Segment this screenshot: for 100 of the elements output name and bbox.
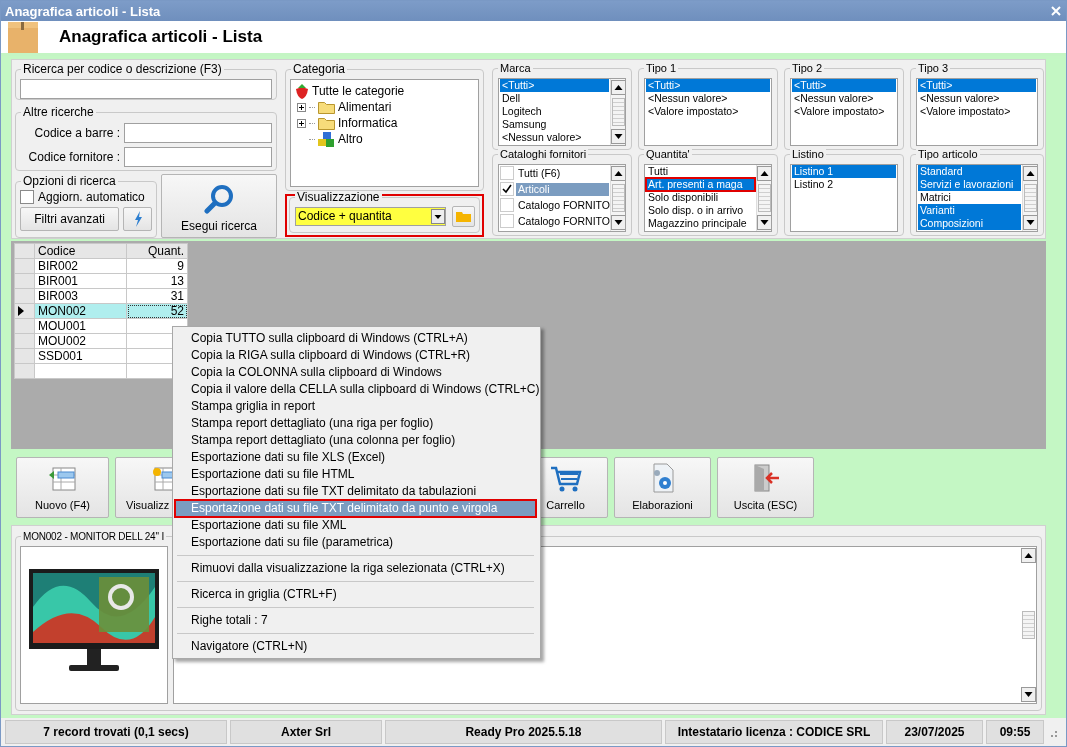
tree-item[interactable]: Tutte le categorie: [312, 84, 405, 98]
list-item[interactable]: <Tutti>: [918, 79, 1036, 92]
scroll-thumb[interactable]: [1023, 184, 1037, 212]
expand-icon[interactable]: [297, 118, 306, 128]
list-item[interactable]: <Valore impostato>: [792, 105, 896, 118]
list-item[interactable]: <Nessun valore>: [792, 92, 896, 105]
menu-item[interactable]: Esportazione dati su file XML: [175, 517, 536, 534]
input-field[interactable]: [124, 123, 272, 143]
list-box[interactable]: <Tutti> Dell Logitech Samsung <Nessun valore>: [498, 78, 626, 146]
list-item[interactable]: Tutti: [646, 165, 755, 178]
advanced-filters-button[interactable]: Filtri avanzati: [20, 207, 120, 231]
list-box[interactable]: Tutti Art. presenti a maga Solo disponibili Solo disp. o in arrivo Magazzino principale: [644, 164, 772, 232]
menu-item[interactable]: Stampa griglia in report: [175, 398, 536, 415]
close-icon[interactable]: [1049, 4, 1063, 18]
search-field[interactable]: [20, 79, 272, 99]
table-cell: 13: [126, 273, 188, 289]
toolbar-button[interactable]: Uscita (ESC): [717, 456, 814, 518]
list-item[interactable]: Matrici: [918, 191, 1021, 204]
scroll-up-icon[interactable]: [1021, 548, 1036, 563]
list-box[interactable]: <Tutti> <Nessun valore> <Valore impostato>: [790, 78, 898, 146]
scroll-down-icon[interactable]: [1021, 687, 1036, 702]
list-box[interactable]: Listino 1 Listino 2: [790, 164, 898, 232]
list-item[interactable]: Solo disponibili: [646, 191, 755, 204]
scroll-up-icon[interactable]: [610, 80, 625, 95]
scroll-thumb[interactable]: [1022, 611, 1035, 639]
menu-item[interactable]: Ricerca in griglia (CTRL+F): [175, 586, 536, 603]
column-header[interactable]: Quant.: [126, 243, 188, 259]
checkbox[interactable]: [500, 166, 514, 180]
scrollbar[interactable]: [610, 79, 625, 145]
scroll-thumb[interactable]: [611, 184, 625, 212]
search-button[interactable]: Esegui ricerca: [161, 174, 277, 238]
table-cell: MOU001: [34, 318, 127, 334]
checkbox[interactable]: [500, 182, 514, 196]
list-item[interactable]: Dell: [500, 92, 609, 105]
tree-item[interactable]: Informatica: [338, 116, 398, 130]
list-item[interactable]: Samsung: [500, 118, 609, 131]
checkbox[interactable]: [20, 190, 34, 204]
menu-item[interactable]: Righe totali : 7: [175, 612, 536, 629]
toolbar-button[interactable]: Elaborazioni: [614, 456, 711, 518]
folder-icon: [318, 116, 335, 130]
menu-item[interactable]: Esportazione dati su file (parametrica): [175, 534, 536, 551]
list-item[interactable]: Servizi e lavorazioni: [918, 178, 1021, 191]
scroll-thumb[interactable]: [611, 98, 625, 126]
checkbox[interactable]: [500, 214, 514, 228]
scrollbar[interactable]: [1021, 547, 1036, 703]
scroll-down-icon[interactable]: [610, 215, 625, 230]
scrollbar[interactable]: [756, 165, 771, 231]
scrollbar[interactable]: [610, 165, 625, 231]
menu-item[interactable]: Rimuovi dalla visualizzazione la riga selezionata (CTRL+X): [175, 560, 536, 577]
scroll-down-icon[interactable]: [610, 129, 625, 144]
checkbox[interactable]: [500, 198, 514, 212]
list-item[interactable]: Listino 2: [792, 178, 896, 191]
list-item[interactable]: Varianti: [918, 204, 1021, 217]
list-item[interactable]: Standard: [918, 165, 1021, 178]
scroll-down-icon[interactable]: [756, 215, 771, 230]
list-item[interactable]: Catalogo FORNITO: [516, 198, 610, 212]
dropdown[interactable]: Codice + quantita: [295, 207, 446, 226]
list-item[interactable]: Art. presenti a maga: [646, 178, 755, 191]
table-cell: SSD001: [34, 348, 127, 364]
menu-item[interactable]: Navigatore (CTRL+N): [175, 638, 536, 655]
list-item[interactable]: <Nessun valore>: [918, 92, 1036, 105]
list-item[interactable]: <Valore impostato>: [646, 105, 770, 118]
tree-item[interactable]: Altro: [338, 132, 363, 146]
toolbar-button[interactable]: Nuovo (F4): [16, 456, 109, 518]
list-item[interactable]: Logitech: [500, 105, 609, 118]
list-box[interactable]: <Tutti> <Nessun valore> <Valore impostato>: [916, 78, 1038, 146]
scroll-down-icon[interactable]: [1022, 215, 1037, 230]
scroll-up-icon[interactable]: [756, 166, 771, 181]
list-item[interactable]: <Tutti>: [500, 79, 609, 92]
menu-item[interactable]: Stampa report dettagliato (una riga per foglio): [175, 415, 536, 432]
list-item[interactable]: Solo disp. o in arrivo: [646, 204, 755, 217]
folder-button[interactable]: [452, 206, 475, 227]
input-field[interactable]: [124, 147, 272, 167]
tree-item[interactable]: Alimentari: [338, 100, 392, 114]
expand-icon[interactable]: [297, 102, 306, 112]
list-item[interactable]: <Valore impostato>: [918, 105, 1036, 118]
list-box[interactable]: Standard Servizi e lavorazioni Matrici Varianti Composizioni: [916, 164, 1038, 232]
list-item[interactable]: <Tutti>: [646, 79, 770, 92]
list-box[interactable]: Tutti (F6) Articoli Catalogo FORNITO Catalogo FORNITO: [498, 164, 626, 232]
scroll-up-icon[interactable]: [610, 166, 625, 181]
list-item[interactable]: Catalogo FORNITO: [516, 214, 610, 228]
scroll-up-icon[interactable]: [1022, 166, 1037, 181]
list-item[interactable]: <Nessun valore>: [500, 131, 609, 144]
menu-item[interactable]: Stampa report dettagliato (una colonna per foglio): [175, 432, 536, 449]
caret-icon[interactable]: [431, 209, 445, 224]
scroll-thumb[interactable]: [757, 184, 771, 212]
menu-item[interactable]: Copia la RIGA sulla clipboard di Windows (CTRL+R): [175, 347, 536, 364]
list-item[interactable]: Magazzino principale: [646, 217, 755, 230]
column-header[interactable]: Codice: [34, 243, 127, 259]
flash-button[interactable]: [123, 207, 152, 231]
list-item[interactable]: Composizioni: [918, 217, 1021, 230]
page-title: Anagrafica articoli - Lista: [59, 27, 263, 47]
list-item[interactable]: Listino 1: [792, 165, 896, 178]
scrollbar[interactable]: [1022, 165, 1037, 231]
list-item[interactable]: <Nessun valore>: [646, 92, 770, 105]
menu-item[interactable]: Copia TUTTO sulla clipboard di Windows (CTRL+A): [175, 330, 536, 347]
list-item[interactable]: <Tutti>: [792, 79, 896, 92]
list-box[interactable]: <Tutti> <Nessun valore> <Valore impostato>: [644, 78, 772, 146]
menu-item[interactable]: Copia la COLONNA sulla clipboard di Windows: [175, 364, 536, 381]
list-item[interactable]: Tutti (F6): [516, 166, 609, 180]
